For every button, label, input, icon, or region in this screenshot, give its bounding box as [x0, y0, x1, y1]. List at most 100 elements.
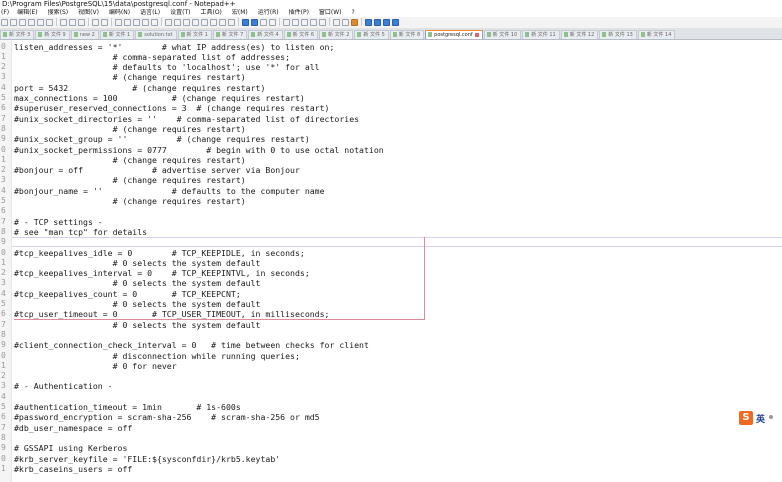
code-line[interactable]: port = 5432 # (change requires restart) [14, 83, 265, 93]
menu-item[interactable]: 编辑(E) [17, 9, 37, 17]
menu-item[interactable]: 设置(T) [170, 9, 190, 17]
toolbar-button-icon[interactable] [60, 19, 67, 26]
file-tab[interactable]: 新 文件 8 [389, 30, 425, 39]
file-tab[interactable]: 新 文件 4 [248, 30, 283, 39]
toolbar-button-icon[interactable] [351, 19, 358, 26]
code-line[interactable]: #krb_server_keyfile = 'FILE:${sysconfdir… [14, 454, 280, 464]
toolbar-button-icon[interactable] [292, 19, 299, 26]
menu-item[interactable]: (F) [1, 9, 9, 17]
code-line[interactable]: #db_user_namespace = off [14, 423, 132, 433]
menu-item[interactable]: 编码(N) [109, 9, 130, 17]
toolbar-button-icon[interactable] [124, 19, 131, 26]
code-line[interactable]: #unix_socket_group = '' # (change requir… [14, 134, 310, 144]
toolbar-button-icon[interactable] [69, 19, 76, 26]
toolbar-button-icon[interactable] [333, 19, 340, 26]
toolbar-button-icon[interactable] [92, 19, 99, 26]
close-tab-icon[interactable] [474, 32, 479, 37]
file-tab[interactable]: 新 文件 7 [212, 30, 248, 39]
file-tab[interactable]: 新 文件 1 [99, 30, 135, 39]
code-line[interactable]: #password_encryption = scram-sha-256 # s… [14, 412, 320, 422]
toolbar-button-icon[interactable] [301, 19, 308, 26]
file-tab[interactable]: 新 文件 12 [560, 30, 599, 39]
toolbar-button-icon[interactable] [260, 19, 267, 26]
code-line[interactable]: # (change requires restart) [14, 72, 246, 82]
toolbar-button-icon[interactable] [46, 19, 53, 26]
file-tab[interactable]: 新 文件 6 [283, 30, 319, 39]
file-tab[interactable]: 新 文件 14 [637, 30, 676, 39]
toolbar-button-icon[interactable] [251, 19, 258, 26]
code-line[interactable]: # see "man tcp" for details [14, 227, 147, 237]
toolbar-button-icon[interactable] [28, 19, 35, 26]
toolbar-button-icon[interactable] [142, 19, 149, 26]
toolbar-button-icon[interactable] [219, 19, 226, 26]
menu-item[interactable]: 运行(R) [258, 9, 279, 17]
toolbar-button-icon[interactable] [101, 19, 108, 26]
code-line[interactable]: # - Authentication - [14, 381, 113, 391]
code-line[interactable]: #bonjour = off # advertise server via Bo… [14, 165, 300, 175]
toolbar-button-icon[interactable] [242, 19, 249, 26]
menu-item[interactable]: ? [352, 9, 355, 17]
toolbar-button-icon[interactable] [151, 19, 158, 26]
code-line[interactable]: #unix_socket_permissions = 0777 # begin … [14, 145, 384, 155]
code-line[interactable]: # (change requires restart) [14, 155, 246, 165]
code-line[interactable]: #authentication_timeout = 1min # 1s-600s [14, 402, 241, 412]
toolbar-button-icon[interactable] [310, 19, 317, 26]
code-line[interactable]: #krb_caseins_users = off [14, 464, 132, 474]
toolbar-button-icon[interactable] [1, 19, 8, 26]
file-tab[interactable]: 新 文件 1 [177, 30, 212, 39]
file-tab[interactable]: 新 文件 5 [354, 30, 389, 39]
code-line[interactable]: listen_addresses = '*' # what IP address… [14, 42, 334, 52]
ime-indicator[interactable]: S 英 [739, 411, 779, 425]
file-tab[interactable]: 新 文件 2 [319, 30, 354, 39]
code-line[interactable]: # defaults to 'localhost'; use '*' for a… [14, 62, 320, 72]
toolbar-button-icon[interactable] [133, 19, 140, 26]
toolbar-button-icon[interactable] [269, 19, 276, 26]
toolbar-button-icon[interactable] [19, 19, 26, 26]
toolbar-button-icon[interactable] [165, 19, 172, 26]
code-line[interactable]: # 0 selects the system default [14, 320, 261, 330]
toolbar-button-icon[interactable] [115, 19, 122, 26]
toolbar-button-icon[interactable] [183, 19, 190, 26]
file-tab[interactable]: new 2 [70, 30, 99, 39]
toolbar-button-icon[interactable] [192, 19, 199, 26]
toolbar-button-icon[interactable] [342, 19, 349, 26]
code-line[interactable]: # - TCP settings - [14, 217, 103, 227]
file-tab[interactable]: 新 文件 10 [483, 30, 522, 39]
toolbar-button-icon[interactable] [392, 19, 399, 26]
file-tab[interactable]: postgresql.conf [425, 30, 483, 39]
file-tab[interactable]: 新 文件 3 [0, 30, 35, 39]
toolbar-button-icon[interactable] [319, 19, 326, 26]
file-tab[interactable]: solution.txt [135, 30, 177, 39]
menu-item[interactable]: 视图(V) [78, 9, 99, 17]
toolbar-button-icon[interactable] [210, 19, 217, 26]
toolbar-button-icon[interactable] [283, 19, 290, 26]
menu-item[interactable]: 窗口(W) [319, 9, 342, 17]
editor[interactable]: 0123456789012345678901234567890123456789… [0, 40, 782, 482]
code-line[interactable]: max_connections = 100 # (change requires… [14, 93, 305, 103]
code-line[interactable]: # (change requires restart) [14, 124, 246, 134]
toolbar-button-icon[interactable] [374, 19, 381, 26]
code-line[interactable]: #unix_socket_directories = '' # comma-se… [14, 114, 359, 124]
code-line[interactable]: #superuser_reserved_connections = 3 # (c… [14, 103, 329, 113]
code-line[interactable]: #bonjour_name = '' # defaults to the com… [14, 186, 325, 196]
file-tab[interactable]: 新 文件 9 [35, 30, 70, 39]
toolbar-button-icon[interactable] [228, 19, 235, 26]
menu-item[interactable]: 搜索(S) [48, 9, 69, 17]
code-line[interactable]: # comma-separated list of addresses; [14, 52, 290, 62]
code-line[interactable]: # (change requires restart) [14, 196, 246, 206]
menu-item[interactable]: 工具(O) [200, 9, 221, 17]
menu-item[interactable]: 宏(M) [232, 9, 248, 17]
code-line[interactable]: # 0 for never [14, 361, 177, 371]
code-line[interactable]: # (change requires restart) [14, 175, 246, 185]
menu-item[interactable]: 语言(L) [140, 9, 160, 17]
file-tab[interactable]: 新 文件 11 [522, 30, 560, 39]
toolbar-button-icon[interactable] [37, 19, 44, 26]
toolbar-button-icon[interactable] [383, 19, 390, 26]
toolbar-button-icon[interactable] [174, 19, 181, 26]
menu-item[interactable]: 插件(P) [289, 9, 309, 17]
code-line[interactable]: # GSSAPI using Kerberos [14, 443, 127, 453]
toolbar-button-icon[interactable] [10, 19, 17, 26]
code-line[interactable]: # disconnection while running queries; [14, 351, 300, 361]
code-line[interactable]: #client_connection_check_interval = 0 # … [14, 340, 369, 350]
toolbar-button-icon[interactable] [365, 19, 372, 26]
